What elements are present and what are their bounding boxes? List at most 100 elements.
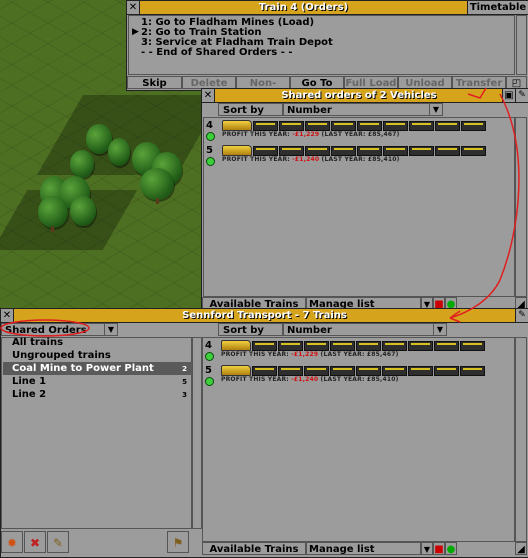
group-count: 5	[182, 378, 187, 386]
tree-trunk	[51, 226, 54, 232]
vehicle-row[interactable]: 5 PROFIT THIS YEAR: -£1,240 (LAST YEAR: …	[203, 365, 513, 391]
coal-wagon-icon	[331, 146, 356, 156]
coal-wagon-icon	[356, 366, 381, 376]
rename-group-button[interactable]: ✎	[47, 531, 69, 553]
coal-wagon-icon	[408, 366, 433, 376]
group-filter-dropdown[interactable]: Shared Orders ▼	[1, 323, 118, 336]
resize-icon[interactable]: ◢	[515, 542, 527, 555]
coal-wagon-icon	[382, 341, 407, 351]
coal-wagon-icon	[461, 146, 486, 156]
group-all-trains[interactable]: All trains	[12, 337, 63, 348]
shared-orders-title: Shared orders of 2 Vehicles	[281, 90, 437, 101]
sort-dropdown[interactable]: Number ▼	[283, 323, 447, 336]
group-line-2[interactable]: Line 2	[12, 389, 46, 400]
sort-dropdown-value: Number	[287, 325, 332, 336]
tree-trunk	[156, 198, 159, 204]
orders-title: Train 4 (Orders)	[258, 2, 349, 13]
train-consist	[222, 120, 487, 131]
shared-orders-title-bar[interactable]: ✕ Shared orders of 2 Vehicles ▣ ✎	[202, 89, 528, 103]
start-all-icon[interactable]: ●	[445, 542, 457, 555]
group-count: 2	[182, 365, 187, 373]
tree-icon	[70, 150, 94, 178]
create-group-button[interactable]: ✹	[1, 531, 23, 553]
shared-orders-window: ✕ Shared orders of 2 Vehicles ▣ ✎ Sort b…	[201, 88, 528, 311]
end-of-orders[interactable]: - - End of Shared Orders - -	[141, 47, 293, 58]
coal-wagon-icon	[278, 341, 303, 351]
stop-all-icon[interactable]: ■	[433, 542, 445, 555]
train-vehicle-list[interactable]: 4 PROFIT THIS YEAR: -£1,229 (LAST YEAR: …	[202, 337, 515, 542]
chevron-down-icon: ▼	[429, 104, 442, 115]
sort-by-button[interactable]: Sort by	[218, 323, 283, 336]
skip-button[interactable]: Skip	[127, 76, 182, 89]
coal-wagon-icon	[331, 121, 356, 131]
coal-wagon-icon	[357, 146, 382, 156]
group-filter-value: Shared Orders	[5, 325, 87, 336]
vehicle-profit: PROFIT THIS YEAR: -£1,240 (LAST YEAR: £8…	[221, 376, 399, 383]
pin-icon[interactable]: ✎	[515, 309, 528, 322]
locomotive-icon	[222, 120, 252, 131]
vehicle-row[interactable]: 4 PROFIT THIS YEAR: -£1,229 (LAST YEAR: …	[203, 340, 513, 366]
available-trains-button[interactable]: Available Trains	[202, 542, 306, 555]
coal-wagon-icon	[330, 341, 355, 351]
coal-wagon-icon	[409, 146, 434, 156]
vehicle-profit: PROFIT THIS YEAR: -£1,229 (LAST YEAR: £8…	[222, 131, 400, 138]
group-coal-mine-to-power-plant[interactable]: Coal Mine to Power Plant	[12, 363, 154, 374]
coal-wagon-icon	[304, 341, 329, 351]
orders-title-bar[interactable]: ✕ Train 4 (Orders) Timetable	[127, 1, 528, 15]
shared-scrollbar[interactable]	[515, 117, 527, 297]
coal-wagon-icon	[304, 366, 329, 376]
train-list-title-bar[interactable]: ✕ Sennford Transport - 7 Trains ✎	[1, 309, 528, 323]
profit-label: PROFIT THIS YEAR:	[221, 351, 289, 358]
train-consist	[221, 340, 486, 351]
group-ungrouped-trains[interactable]: Ungrouped trains	[12, 350, 111, 361]
sticky-icon[interactable]: ▣	[502, 89, 515, 102]
pin-icon[interactable]: ✎	[515, 89, 528, 102]
timetable-button[interactable]: Timetable	[467, 1, 528, 14]
manage-list-dropdown-icon[interactable]: ▼	[421, 542, 433, 555]
coal-wagon-icon	[253, 121, 278, 131]
coal-wagon-icon	[356, 341, 381, 351]
profit-label: PROFIT THIS YEAR:	[222, 131, 290, 138]
vehicle-row[interactable]: 5 PROFIT THIS YEAR: -£1,240 (LAST YEAR: …	[204, 145, 514, 171]
group-line-1[interactable]: Line 1	[12, 376, 46, 387]
close-icon[interactable]: ✕	[202, 89, 215, 102]
group-list[interactable]: All trains Ungrouped trains Coal Mine to…	[1, 337, 192, 529]
profit-value: -£1,229	[291, 351, 319, 358]
replace-protection-button[interactable]: ⚑	[167, 531, 189, 553]
shared-vehicle-list[interactable]: 4 PROFIT THIS YEAR: -£1,229 (LAST YEAR: …	[203, 117, 515, 297]
coal-wagon-icon	[434, 366, 459, 376]
coal-wagon-icon	[279, 121, 304, 131]
coal-wagon-icon	[305, 121, 330, 131]
manage-list-button[interactable]: Manage list	[306, 542, 421, 555]
sort-dropdown[interactable]: Number ▼	[283, 103, 443, 116]
last-year-profit: (LAST YEAR: £85,410)	[321, 156, 400, 163]
last-year-profit: (LAST YEAR: £85,467)	[320, 351, 399, 358]
coal-wagon-icon	[382, 366, 407, 376]
train-list-scrollbar[interactable]	[515, 337, 527, 542]
vehicle-row[interactable]: 4 PROFIT THIS YEAR: -£1,229 (LAST YEAR: …	[204, 120, 514, 146]
orders-list[interactable]: 1: Go to Fladham Mines (Load) ▶ 2: Go to…	[128, 15, 515, 75]
coal-wagon-icon	[435, 146, 460, 156]
tree-icon	[70, 196, 96, 226]
coal-wagon-icon	[253, 146, 278, 156]
coal-wagon-icon	[461, 121, 486, 131]
sort-by-button[interactable]: Sort by	[218, 103, 283, 116]
last-year-profit: (LAST YEAR: £85,467)	[321, 131, 400, 138]
profit-value: -£1,240	[292, 156, 320, 163]
vehicle-profit: PROFIT THIS YEAR: -£1,240 (LAST YEAR: £8…	[222, 156, 400, 163]
profit-value: -£1,240	[291, 376, 319, 383]
close-icon[interactable]: ✕	[127, 1, 140, 14]
coal-wagon-icon	[409, 121, 434, 131]
group-scrollbar[interactable]	[192, 337, 202, 529]
orders-scrollbar[interactable]	[516, 15, 527, 75]
close-icon[interactable]: ✕	[1, 309, 14, 322]
delete-group-button[interactable]: ✖	[24, 531, 46, 553]
coal-wagon-icon	[357, 121, 382, 131]
vehicle-number: 5	[206, 145, 213, 156]
coal-wagon-icon	[278, 366, 303, 376]
coal-wagon-icon	[252, 366, 277, 376]
tree-icon	[38, 196, 68, 228]
chevron-down-icon: ▼	[433, 324, 446, 335]
coal-wagon-icon	[460, 341, 485, 351]
orders-window: ✕ Train 4 (Orders) Timetable 1: Go to Fl…	[126, 0, 528, 102]
